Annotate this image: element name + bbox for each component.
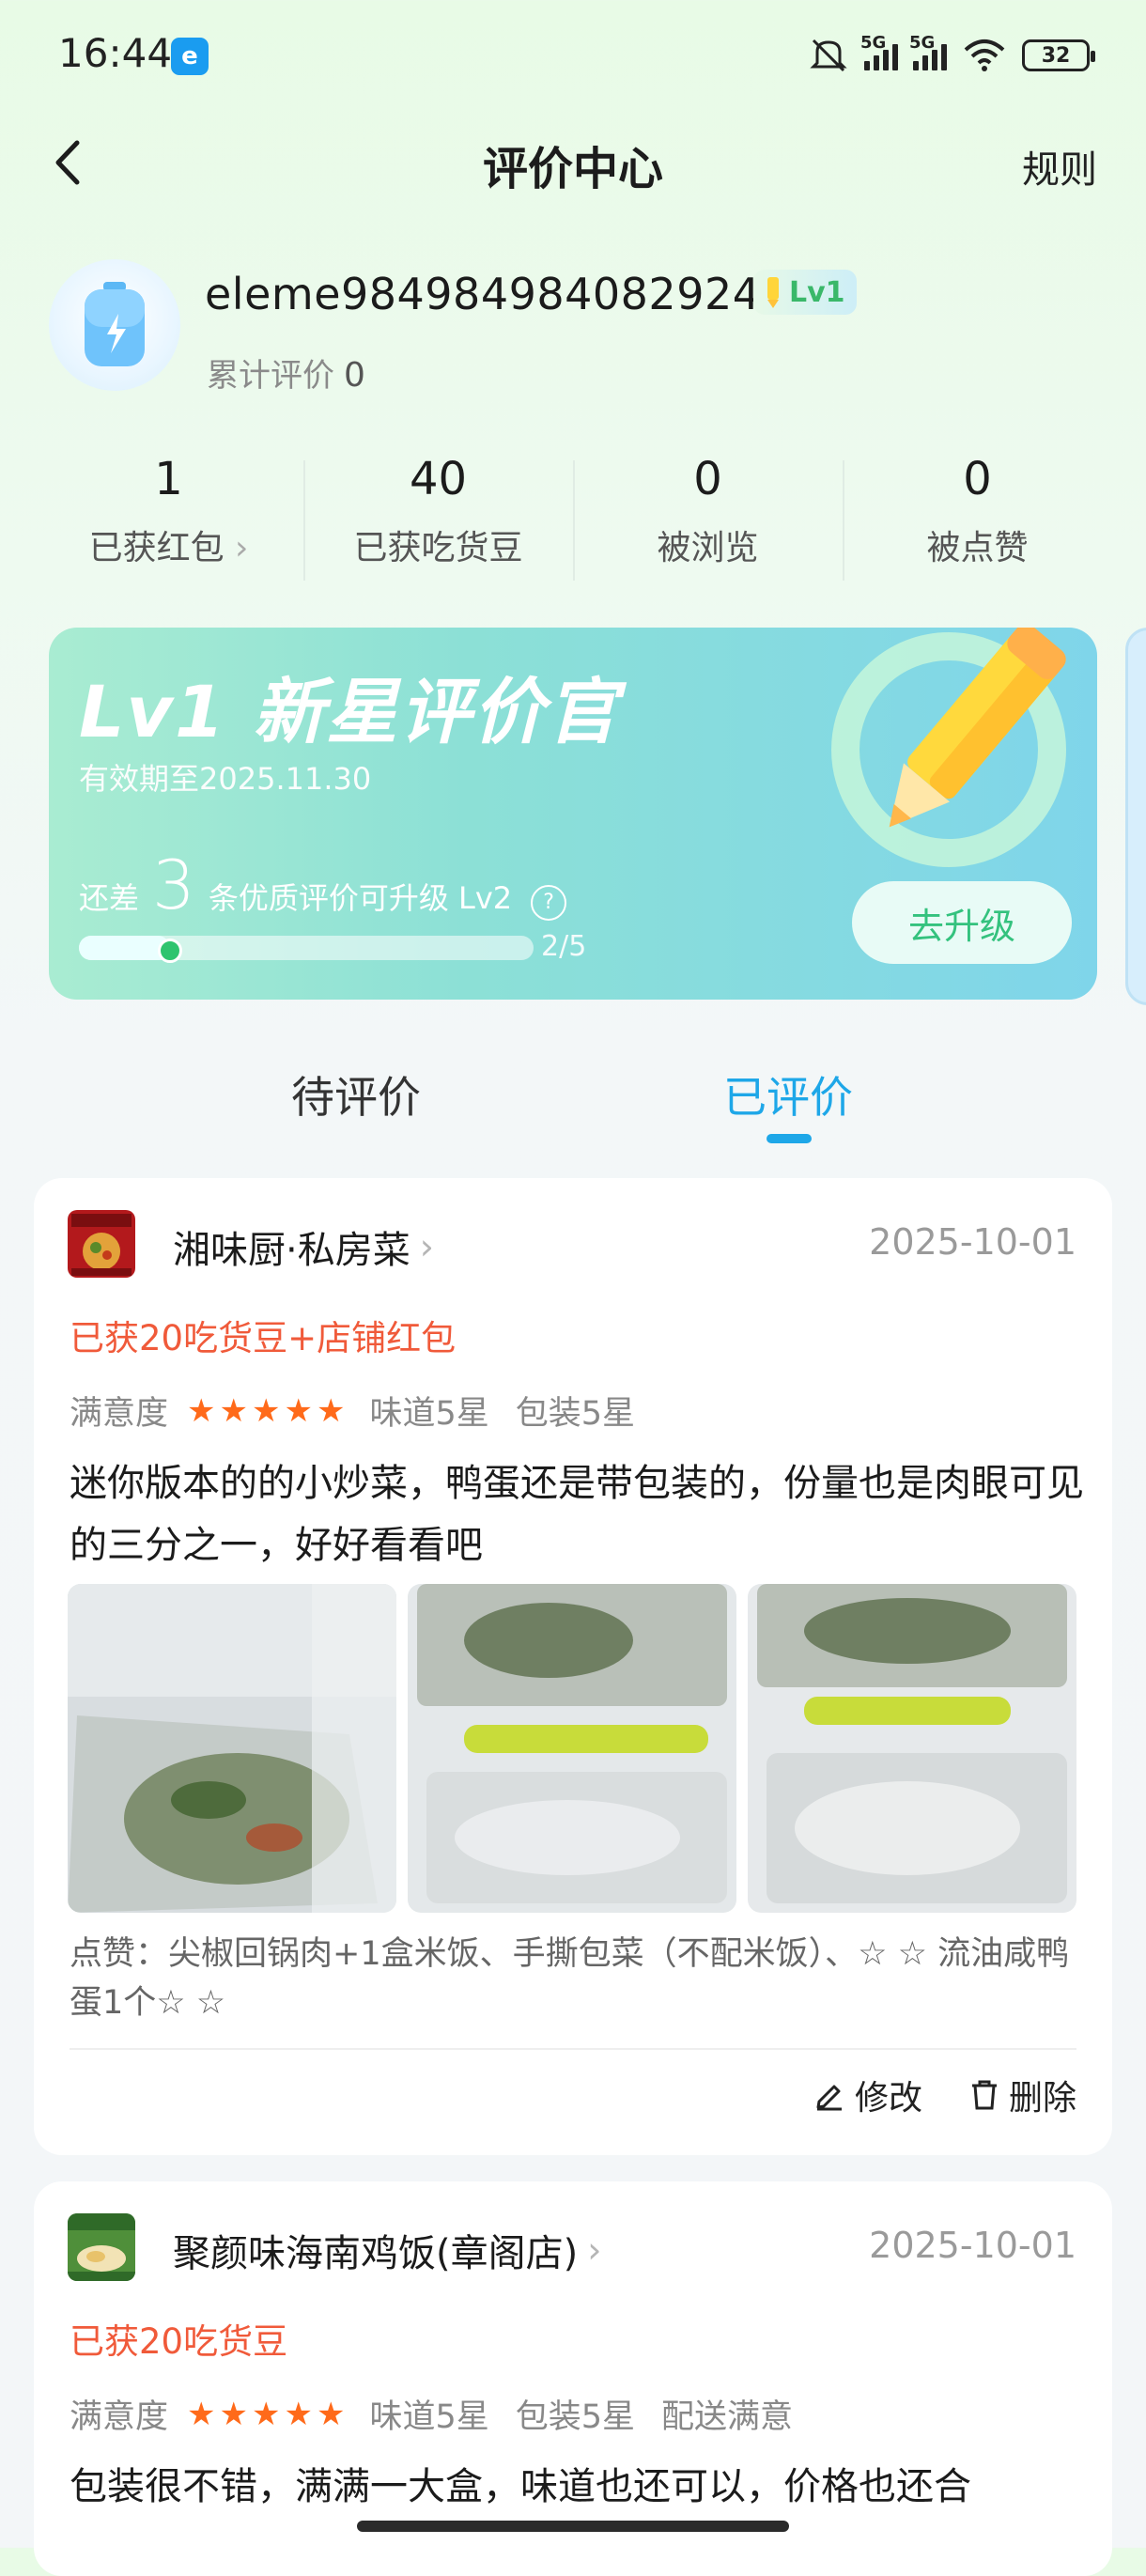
review-text: 迷你版本的的小炒菜，鸭蛋还是带包装的，份量也是肉眼可见的三分之一，好好看看吧 <box>70 1462 1084 1567</box>
total-reviews: 累计评价 0 <box>207 356 365 395</box>
progress-text: 2/5 <box>541 930 587 963</box>
reward-text: 已获20吃货豆+店铺红包 <box>70 1318 457 1358</box>
shop-logo[interactable] <box>68 1210 135 1278</box>
star-icon: ★ <box>284 2395 313 2433</box>
battery-mascot-icon <box>85 282 145 366</box>
review-actions: 修改 删除 <box>813 2071 1076 2119</box>
pencil-badge-icon <box>767 277 779 308</box>
username: eleme9849849840829246 <box>205 269 789 319</box>
star-icon: ★ <box>251 2395 281 2433</box>
avatar[interactable] <box>49 259 180 391</box>
review-card: 聚颜味海南鸡饭(章阁店) › 2025-10-01 已获20吃货豆 满意度 ★ ★ ★… <box>34 2181 1112 2576</box>
wifi-icon <box>964 39 1005 71</box>
rules-link[interactable]: 规则 <box>1022 139 1097 194</box>
divider <box>70 2048 1076 2050</box>
edit-button[interactable]: 修改 <box>813 2071 922 2119</box>
level-expire: 有效期至2025.11.30 <box>79 761 372 797</box>
shop-name-link[interactable]: 湘味厨·私房菜 › <box>173 1219 434 1274</box>
review-photo[interactable] <box>408 1584 736 1913</box>
stats-row: 1 已获红包 › 40 已获吃货豆 0 被浏览 0 被点赞 <box>34 451 1112 581</box>
star-icon: ★ <box>187 2395 216 2433</box>
tab-reviewed[interactable]: 已评价 <box>723 1063 853 1125</box>
eleme-app-icon: e <box>171 38 209 75</box>
upgrade-button[interactable]: 去升级 <box>852 881 1072 964</box>
shop-logo[interactable] <box>68 2213 135 2281</box>
help-icon[interactable]: ? <box>531 884 567 921</box>
signal-icon-1: 5G <box>860 33 898 70</box>
reward-text: 已获20吃货豆 <box>70 2321 288 2362</box>
signal-icon-2: 5G <box>909 33 947 70</box>
star-icon: ★ <box>316 2395 346 2433</box>
stat-red-packets[interactable]: 1 已获红包 › <box>34 451 303 573</box>
chevron-right-icon: › <box>235 529 249 567</box>
delete-button[interactable]: 删除 <box>969 2071 1076 2119</box>
home-indicator[interactable] <box>357 2521 789 2532</box>
review-photo[interactable] <box>748 1584 1076 1913</box>
shop-name-link[interactable]: 聚颜味海南鸡饭(章阁店) › <box>173 2223 601 2277</box>
star-rating: ★ ★ ★ ★ ★ <box>187 2398 345 2430</box>
mute-icon <box>810 39 847 72</box>
review-date: 2025-10-01 <box>869 1221 1076 1263</box>
edit-icon <box>816 2085 842 2111</box>
level-title: Lv1 新星评价官 <box>79 670 620 753</box>
star-icon: ★ <box>219 1391 248 1430</box>
star-icon: ★ <box>251 1391 281 1430</box>
trash-icon <box>971 2080 997 2110</box>
rating-row: 满意度 ★ ★ ★ ★ ★ 味道5星 包装5星 <box>70 1391 635 1434</box>
chevron-right-icon: › <box>419 1226 434 1267</box>
level-card: Lv1 新星评价官 有效期至2025.11.30 还差 3 条优质评价可升级 L… <box>49 628 1097 1000</box>
status-icons: 5G 5G 32 <box>808 32 1095 79</box>
review-photos <box>68 1584 1076 1913</box>
star-icon: ★ <box>187 1391 216 1430</box>
pencil-illustration-icon <box>831 628 1066 867</box>
next-level-card-peek[interactable] <box>1125 628 1146 1005</box>
review-card: 湘味厨·私房菜 › 2025-10-01 已获20吃货豆+店铺红包 满意度 ★ ★ ★… <box>34 1178 1112 2155</box>
page-title: 评价中心 <box>482 143 663 195</box>
tab-pending[interactable]: 待评价 <box>291 1063 421 1125</box>
rating-row: 满意度 ★ ★ ★ ★ ★ 味道5星 包装5星 配送满意 <box>70 2395 794 2437</box>
review-text: 包装很不错，满满一大盒，味道也还可以，价格也还合 <box>70 2465 971 2508</box>
review-photo[interactable] <box>68 1584 396 1913</box>
star-icon: ★ <box>284 1391 313 1430</box>
stat-beans: 40 已获吃货豆 <box>303 451 573 581</box>
stat-views: 0 被浏览 <box>573 451 843 581</box>
stat-likes: 0 被点赞 <box>843 451 1112 581</box>
star-rating: ★ ★ ★ ★ ★ <box>187 1395 345 1427</box>
chevron-right-icon: › <box>587 2229 602 2271</box>
star-icon: ★ <box>219 2395 248 2433</box>
tab-indicator <box>767 1134 812 1143</box>
level-badge: Lv1 <box>753 270 857 315</box>
star-icon: ★ <box>316 1391 346 1430</box>
status-time: 16:44 <box>58 30 173 76</box>
battery-icon: 32 <box>1022 39 1095 71</box>
review-date: 2025-10-01 <box>869 2225 1076 2266</box>
level-progress-bar <box>79 936 534 963</box>
upgrade-requirement: 还差 3 条优质评价可升级 Lv2 ? <box>79 846 567 924</box>
liked-dishes: 点赞：尖椒回锅肉+1盒米饭、手撕包菜（不配米饭）、☆ ☆ 流油咸鸭蛋1个☆ ☆ <box>70 1935 1070 2022</box>
